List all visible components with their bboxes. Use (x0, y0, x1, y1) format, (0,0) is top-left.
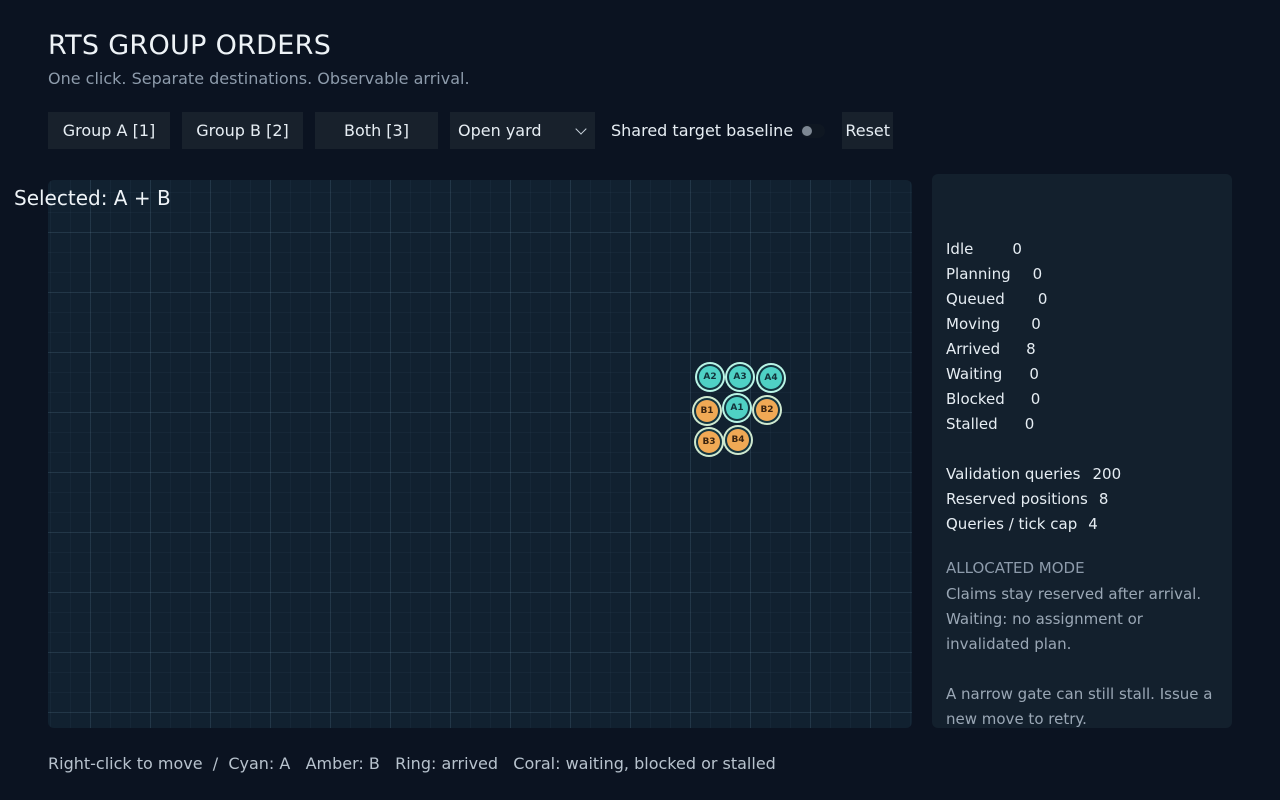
metric-value: 8 (1098, 490, 1109, 508)
legend: Right-click to move / Cyan: A Amber: B R… (48, 754, 776, 773)
group-a-button[interactable]: Group A [1] (48, 112, 170, 149)
shared-target-label: Shared target baseline (611, 121, 794, 140)
metric-value: 4 (1088, 515, 1098, 533)
metric-validation-queries: Validation queries 200 (946, 465, 1121, 483)
metric-queries-tick-cap: Queries / tick cap 4 (946, 515, 1098, 533)
stat-value: 0 (1037, 290, 1048, 308)
stat-label: Moving (946, 315, 1001, 333)
selected-title: Selected: A + B (14, 186, 171, 210)
stat-value: 0 (1029, 365, 1039, 383)
mode-gate-note: A narrow gate can still stall. Issue a n… (946, 685, 1213, 728)
unit-a1[interactable]: A1 (726, 397, 748, 419)
stat-arrived: Arrived 8 (946, 340, 1036, 358)
stat-value: 0 (1032, 265, 1043, 283)
stat-label: Planning (946, 265, 1011, 283)
metric-value: 200 (1092, 465, 1122, 483)
stat-planning: Planning 0 (946, 265, 1042, 283)
metric-label: Queries / tick cap (946, 515, 1078, 533)
stat-label: Blocked (946, 390, 1005, 408)
mode-label: ALLOCATED MODE (946, 559, 1085, 577)
mode-description: Claims stay reserved after arrival. (946, 585, 1202, 603)
unit-a2[interactable]: A2 (699, 366, 721, 388)
toggle-knob (802, 125, 813, 136)
unit-b4[interactable]: B4 (727, 429, 749, 451)
metric-label: Reserved positions (946, 490, 1088, 508)
map-select[interactable]: Open yard (450, 112, 595, 149)
stat-label: Waiting (946, 365, 1003, 383)
stat-label: Idle (946, 240, 974, 258)
page-subtitle: One click. Separate destinations. Observ… (48, 69, 470, 88)
mode-waiting-note: Waiting: no assignment or invalidated pl… (946, 610, 1143, 653)
map-select-value: Open yard (458, 121, 542, 140)
page-title: RTS GROUP ORDERS (48, 30, 332, 61)
stat-label: Queued (946, 290, 1005, 308)
unit-b3[interactable]: B3 (698, 431, 720, 453)
stat-value: 0 (1012, 240, 1022, 258)
toolbar: Group A [1] Group B [2] Both [3] Open ya… (48, 112, 894, 149)
metric-reserved-positions: Reserved positions 8 (946, 490, 1108, 508)
stat-queued: Queued 0 (946, 290, 1047, 308)
stat-moving: Moving 0 (946, 315, 1041, 333)
stat-label: Stalled (946, 415, 998, 433)
stat-blocked: Blocked 0 (946, 390, 1040, 408)
stat-idle: Idle 0 (946, 240, 1022, 258)
stat-waiting: Waiting 0 (946, 365, 1039, 383)
unit-b1[interactable]: B1 (696, 400, 718, 422)
chevron-down-icon (575, 122, 587, 135)
stat-stalled: Stalled 0 (946, 415, 1034, 433)
game-map[interactable]: A2 A3 A4 B1 A1 B2 B3 B4 (48, 180, 912, 728)
stat-value: 0 (1024, 415, 1035, 433)
both-groups-button[interactable]: Both [3] (315, 112, 438, 149)
stat-value: 0 (1030, 390, 1041, 408)
unit-a4[interactable]: A4 (760, 367, 782, 389)
stat-value: 0 (1031, 315, 1041, 333)
unit-a3[interactable]: A3 (729, 366, 751, 388)
metric-label: Validation queries (946, 465, 1081, 483)
shared-target-toggle[interactable] (801, 123, 826, 138)
unit-b2[interactable]: B2 (756, 399, 778, 421)
group-b-button[interactable]: Group B [2] (182, 112, 303, 149)
stat-label: Arrived (946, 340, 1001, 358)
reset-button[interactable]: Reset (842, 112, 894, 149)
stat-value: 8 (1026, 340, 1036, 358)
